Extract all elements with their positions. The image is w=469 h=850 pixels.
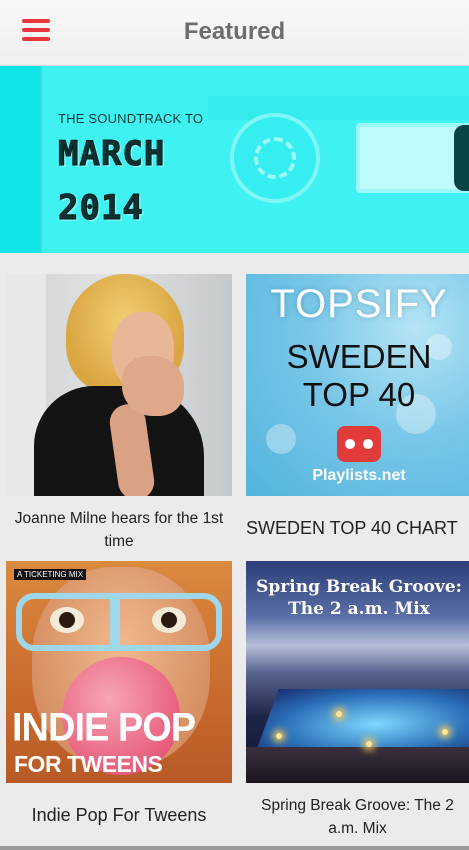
art-lantern (276, 733, 282, 739)
playlist-thumbnail: TOPSIFY SWEDEN TOP 40 Playlists.net (246, 274, 469, 496)
art-lantern (336, 711, 342, 717)
headphones-logo-icon (337, 426, 381, 462)
playlist-tile[interactable]: Joanne Milne hears for the 1st time (6, 274, 232, 554)
playlist-caption: Spring Break Groove: The 2 a.m. Mix (261, 797, 454, 837)
cassette-reel-hub (254, 137, 296, 179)
playlist-tile[interactable]: Spring Break Groove: The 2 a.m. Mix Spri… (246, 561, 469, 846)
playlist-art-tag: A TICKETING MIX (14, 569, 87, 580)
playlist-art-line1: Spring Break Groove: (256, 577, 462, 597)
photo-hand (122, 356, 184, 416)
playlist-art-line2: TOP 40 (302, 376, 416, 413)
playlist-art-subtitle: FOR TWEENS (14, 751, 163, 777)
banner-title-year: 2014 (58, 188, 144, 229)
banner-title-month: MARCH (57, 134, 166, 175)
art-lantern (366, 741, 372, 747)
playlist-art-line1: SWEDEN (286, 338, 432, 375)
playlist-art-line2: The 2 a.m. Mix (288, 599, 430, 619)
bokeh-dot (266, 424, 296, 454)
playlist-thumbnail: Spring Break Groove: The 2 a.m. Mix (246, 561, 469, 783)
cassette-tape-spool (454, 125, 469, 191)
playlist-tile[interactable]: TOPSIFY SWEDEN TOP 40 Playlists.net SWED… (246, 274, 469, 554)
playlist-caption: Joanne Milne hears for the 1st time (14, 510, 224, 550)
cassette-strip (208, 96, 469, 120)
featured-banner[interactable]: THE SOUNDTRACK TO MARCH 2014 (0, 66, 469, 253)
playlist-caption: Indie Pop For Tweens (31, 805, 207, 825)
art-lantern (442, 729, 448, 735)
playlist-caption: SWEDEN TOP 40 CHART (246, 518, 458, 538)
playlist-art-title: TOPSIFY (270, 282, 448, 326)
playlist-thumbnail: A TICKETING MIX INDIE POP FOR TWEENS (6, 561, 232, 783)
playlist-art-title: INDIE POP (12, 705, 196, 751)
page-title: Featured (183, 18, 286, 45)
playlist-thumbnail (6, 274, 232, 496)
art-deck (246, 747, 469, 783)
cassette-reel-icon (230, 113, 320, 203)
playlist-art-brand: Playlists.net (312, 467, 406, 484)
banner-subtitle: THE SOUNDTRACK TO (58, 111, 204, 126)
cassette-window (356, 123, 469, 193)
navigation-bar: Featured (0, 0, 469, 66)
playlist-tile[interactable]: A TICKETING MIX INDIE POP FOR TWEENS Ind… (6, 561, 232, 846)
art-glasses-bridge (110, 593, 120, 651)
app-screen: Featured THE SOUNDTRACK TO MARCH 2014 Jo… (0, 0, 469, 850)
next-row-edge (0, 846, 469, 850)
banner-edge (0, 66, 40, 253)
